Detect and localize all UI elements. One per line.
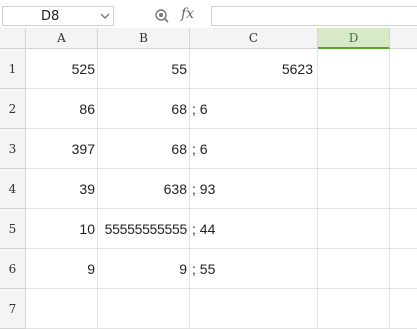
cell-c4[interactable]: ; 93: [190, 169, 318, 209]
cell-c2[interactable]: ; 6: [190, 89, 318, 129]
select-all-corner[interactable]: [0, 28, 26, 49]
cell-d4[interactable]: [318, 169, 390, 209]
cell-b6[interactable]: 9: [98, 249, 190, 289]
cell-a6[interactable]: 9: [26, 249, 98, 289]
column-header-d[interactable]: D: [318, 28, 390, 49]
cell-e2[interactable]: [390, 89, 417, 129]
row-header[interactable]: 7: [0, 289, 26, 329]
cell-c1[interactable]: 5623: [190, 49, 318, 89]
cell-b3[interactable]: 68: [98, 129, 190, 169]
cell-e4[interactable]: [390, 169, 417, 209]
cell-a1[interactable]: 525: [26, 49, 98, 89]
row-header[interactable]: 1: [0, 49, 26, 89]
cell-b5[interactable]: 55555555555: [98, 209, 190, 249]
name-box[interactable]: D8: [2, 6, 114, 26]
cell-e7[interactable]: [390, 289, 417, 329]
cell-a4[interactable]: 39: [26, 169, 98, 209]
cell-a2[interactable]: 86: [26, 89, 98, 129]
fx-icon[interactable]: fx: [181, 6, 194, 22]
row-header[interactable]: 3: [0, 129, 26, 169]
cell-c5[interactable]: ; 44: [190, 209, 318, 249]
column-header-b[interactable]: B: [98, 28, 190, 49]
cell-c7[interactable]: [190, 289, 318, 329]
cell-d7[interactable]: [318, 289, 390, 329]
cell-d1[interactable]: [318, 49, 390, 89]
column-header-e[interactable]: [390, 28, 417, 49]
cell-d5[interactable]: [318, 209, 390, 249]
cell-a7[interactable]: [26, 289, 98, 329]
cell-d3[interactable]: [318, 129, 390, 169]
row-header[interactable]: 2: [0, 89, 26, 129]
row-header[interactable]: 4: [0, 169, 26, 209]
cell-e3[interactable]: [390, 129, 417, 169]
cell-c3[interactable]: ; 6: [190, 129, 318, 169]
cell-e5[interactable]: [390, 209, 417, 249]
cell-b1[interactable]: 55: [98, 49, 190, 89]
spreadsheet-grid: A B C D 1 525 55 5623 2 86 68 ; 6 3 397 …: [0, 28, 417, 329]
column-header-a[interactable]: A: [26, 28, 98, 49]
cell-e6[interactable]: [390, 249, 417, 289]
chevron-down-icon[interactable]: [100, 11, 110, 21]
cell-b2[interactable]: 68: [98, 89, 190, 129]
magnifier-icon[interactable]: [154, 8, 170, 24]
name-box-value: D8: [41, 9, 60, 24]
row-header[interactable]: 5: [0, 209, 26, 249]
formula-input[interactable]: [211, 6, 417, 26]
cell-b4[interactable]: 638: [98, 169, 190, 209]
cell-e1[interactable]: [390, 49, 417, 89]
column-header-c[interactable]: C: [190, 28, 318, 49]
cell-b7[interactable]: [98, 289, 190, 329]
cell-c6[interactable]: ; 55: [190, 249, 318, 289]
cell-d6[interactable]: [318, 249, 390, 289]
cell-a3[interactable]: 397: [26, 129, 98, 169]
cell-a5[interactable]: 10: [26, 209, 98, 249]
row-header[interactable]: 6: [0, 249, 26, 289]
cell-d2[interactable]: [318, 89, 390, 129]
